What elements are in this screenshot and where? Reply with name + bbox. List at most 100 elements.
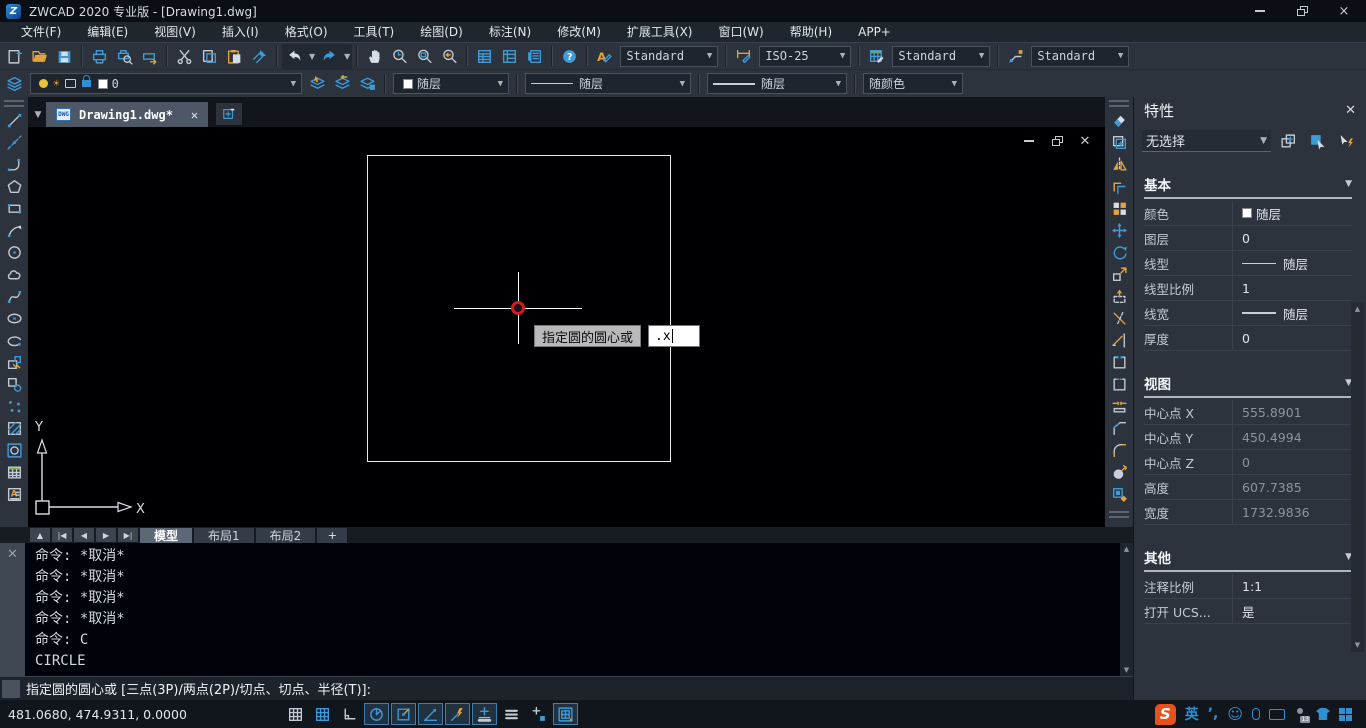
insert-block-button[interactable] (1, 351, 27, 373)
property-row-linetype-scale[interactable]: 线型比例 1 (1144, 276, 1352, 301)
trim-button[interactable] (1106, 307, 1132, 329)
prompt-grip[interactable] (2, 680, 20, 698)
collapse-icon[interactable]: ▼ (1345, 179, 1352, 189)
polyline-button[interactable] (1, 153, 27, 175)
paste-button[interactable] (222, 44, 247, 69)
circle-button[interactable] (1, 241, 27, 263)
spline-button[interactable] (1, 285, 27, 307)
scroll-down-icon[interactable]: ▼ (1355, 641, 1360, 649)
layer-previous-button[interactable] (330, 71, 355, 96)
doc-minimize-button[interactable] (1023, 135, 1035, 147)
make-layer-current-button[interactable] (305, 71, 330, 96)
make-block-button[interactable] (1, 373, 27, 395)
new-document-tab-button[interactable] (216, 103, 242, 125)
document-tab[interactable]: DWG Drawing1.dwg* ✕ (46, 102, 208, 127)
scroll-up-icon[interactable]: ▲ (1124, 545, 1129, 553)
linetype-combo[interactable]: 随层 ▼ (525, 73, 691, 94)
property-row-linetype[interactable]: 线型 随层 (1144, 251, 1352, 276)
property-row-width[interactable]: 宽度 1732.9836 (1144, 500, 1352, 525)
menu-format[interactable]: 格式(O) (272, 22, 341, 43)
polygon-button[interactable] (1, 175, 27, 197)
grid-toggle[interactable] (310, 703, 335, 725)
skin-icon[interactable] (1316, 708, 1330, 720)
dim-style-icon[interactable] (731, 44, 756, 69)
section-header[interactable]: 其他▼ (1144, 547, 1352, 572)
osnap-toggle[interactable] (391, 703, 416, 725)
plot-preview-button[interactable] (112, 44, 137, 69)
layer-combo[interactable]: ☀ 0 ▼ (30, 73, 302, 94)
toggle-pickadd-button[interactable] (1276, 130, 1300, 152)
array-button[interactable] (1106, 197, 1132, 219)
menu-insert[interactable]: 插入(I) (209, 22, 272, 43)
layer-properties-manager-button[interactable] (2, 71, 27, 96)
microphone-icon[interactable] (1252, 708, 1260, 720)
menu-file[interactable]: 文件(F) (8, 22, 74, 43)
property-row-thickness[interactable]: 厚度 0 (1144, 326, 1352, 351)
command-window-grip[interactable]: ✕ (0, 543, 25, 676)
color-combo[interactable]: 随层 ▼ (393, 73, 509, 94)
account-icon[interactable] (1294, 708, 1307, 721)
toolbar-grip[interactable] (1109, 100, 1129, 107)
dyn-toggle[interactable] (445, 703, 470, 725)
scroll-down-icon[interactable]: ▼ (1124, 666, 1129, 674)
layer-states-button[interactable] (355, 71, 380, 96)
layer-on-icon[interactable] (39, 79, 48, 88)
close-button[interactable]: × (1338, 5, 1350, 17)
cut-button[interactable] (172, 44, 197, 69)
tab-layout2[interactable]: 布局2 (256, 528, 316, 543)
mtext-button[interactable]: A (1, 483, 27, 505)
line-button[interactable] (1, 109, 27, 131)
ellipse-arc-button[interactable] (1, 329, 27, 351)
drawing-canvas[interactable]: ✕ 指定圆的圆心或 .x (28, 127, 1105, 527)
tab-first-button[interactable]: |◀ (52, 528, 72, 542)
chamfer-button[interactable] (1106, 417, 1132, 439)
new-layout-button[interactable]: + (317, 528, 347, 543)
restore-button[interactable] (1296, 5, 1308, 17)
menu-help[interactable]: 帮助(H) (777, 22, 845, 43)
region-button[interactable] (1, 439, 27, 461)
quick-menu-toggle[interactable] (499, 703, 524, 725)
menu-app-plus[interactable]: APP+ (845, 22, 904, 43)
copy-clip-button[interactable] (197, 44, 222, 69)
offset-button[interactable] (1106, 175, 1132, 197)
new-file-button[interactable] (2, 44, 27, 69)
explode-button[interactable] (1106, 461, 1132, 483)
section-header[interactable]: 基本▼ (1144, 174, 1352, 199)
mleader-style-icon[interactable] (1003, 44, 1028, 69)
rotate-button[interactable] (1106, 241, 1132, 263)
document-close-icon[interactable]: ✕ (191, 108, 198, 122)
dim-style-combo[interactable]: ISO-25▼ (759, 46, 851, 67)
design-center-button[interactable] (497, 44, 522, 69)
lineweight-combo[interactable]: 随层 ▼ (707, 73, 847, 94)
arc-button[interactable] (1, 219, 27, 241)
property-row-ucs[interactable]: 打开 UCS... 是 (1144, 599, 1352, 624)
property-row-lineweight[interactable]: 线宽 随层 (1144, 301, 1352, 326)
zoom-previous-button[interactable] (437, 44, 462, 69)
lineweight-toggle[interactable] (472, 703, 497, 725)
tab-layout1[interactable]: 布局1 (194, 528, 254, 543)
tab-model[interactable]: 模型 (140, 528, 192, 543)
dynamic-input-field[interactable]: .x (648, 325, 700, 347)
layer-plot-icon[interactable] (65, 79, 76, 88)
explode-attributes-button[interactable] (1106, 483, 1132, 505)
annotation-toggle[interactable] (526, 703, 551, 725)
menu-draw[interactable]: 绘图(D) (407, 22, 476, 43)
command-prompt-line[interactable]: 指定圆的圆心或 [三点(3P)/两点(2P)/切点、切点、半径(T)]: (0, 676, 1133, 700)
properties-palette-button[interactable] (472, 44, 497, 69)
command-scrollbar[interactable]: ▲ ▼ (1120, 543, 1133, 676)
select-objects-button[interactable] (1305, 130, 1329, 152)
undo-button[interactable] (282, 44, 307, 69)
tab-last-button[interactable]: ▶| (118, 528, 138, 542)
menu-view[interactable]: 视图(V) (141, 22, 209, 43)
doc-restore-button[interactable] (1051, 135, 1063, 147)
toolbar-more-indicator[interactable] (1109, 511, 1129, 518)
command-history[interactable]: 命令: *取消* 命令: *取消* 命令: *取消* 命令: *取消* 命令: … (25, 543, 1120, 676)
menu-window[interactable]: 窗口(W) (706, 22, 777, 43)
keyboard-icon[interactable] (1269, 709, 1285, 720)
doc-list-dropdown-icon[interactable]: ▼ (30, 103, 46, 127)
fillet-button[interactable] (1106, 439, 1132, 461)
pan-button[interactable] (362, 44, 387, 69)
table-style-combo[interactable]: Standard▼ (892, 46, 990, 67)
tab-prev-button[interactable]: ◀ (74, 528, 94, 542)
polar-toggle[interactable] (364, 703, 389, 725)
